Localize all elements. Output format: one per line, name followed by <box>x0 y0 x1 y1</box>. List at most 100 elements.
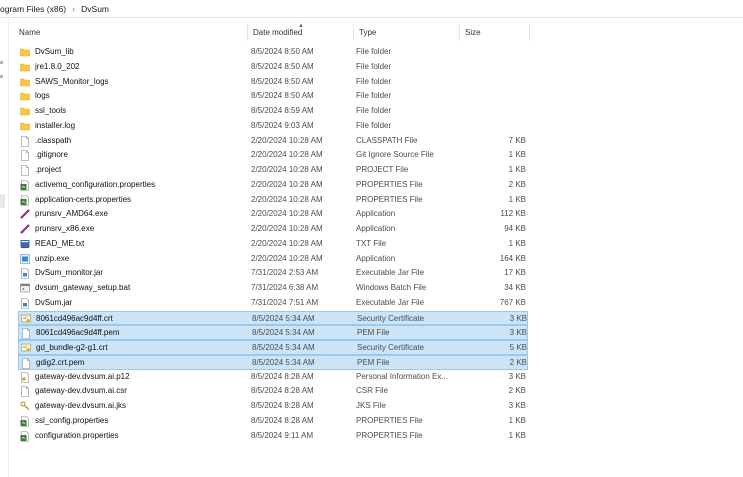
file-name: DvSum_monitor.jar <box>35 268 104 278</box>
file-row[interactable]: prunsrv_x86.exe 2/20/2024 10:28 AM Applica… <box>18 222 528 237</box>
file-size: 1 KB <box>508 430 526 440</box>
batch-icon <box>20 283 30 294</box>
file-row[interactable]: SAWS_Monitor_logs 8/5/2024 8:50 AM File fo… <box>18 75 528 90</box>
certificate-icon <box>21 314 31 325</box>
app-exe-icon <box>20 209 30 220</box>
file-type: PROJECT File <box>356 165 409 174</box>
file-size: 1 KB <box>508 194 526 204</box>
navigation-pane[interactable] <box>0 18 9 477</box>
file-row[interactable]: 8061cd496ac9d4ff.pem 8/5/2024 5:34 AM PEM … <box>18 325 528 340</box>
file-size: 2 KB <box>508 386 526 396</box>
file-size: 164 KB <box>499 253 526 263</box>
file-size <box>460 75 526 90</box>
nav-pane-marker <box>0 75 3 78</box>
text-file-icon <box>20 239 30 250</box>
file-date-modified: 2/20/2024 10:28 AM <box>251 253 323 263</box>
file-date-modified: 8/5/2024 5:34 AM <box>252 328 315 338</box>
column-header-type[interactable]: Type <box>354 24 460 41</box>
file-size: 767 KB <box>499 297 526 307</box>
file-date-modified: 2/20/2024 10:28 AM <box>251 135 323 145</box>
file-size: 1 KB <box>508 415 526 425</box>
breadcrumb-item-program-files[interactable]: ogram Files (x86) <box>0 4 66 14</box>
document-icon <box>20 386 30 398</box>
file-row[interactable]: unzip.exe 2/20/2024 10:28 AM Application 16… <box>18 252 528 267</box>
folder-icon <box>20 106 30 117</box>
file-name: ssl_tools <box>35 106 67 115</box>
file-size <box>460 119 526 134</box>
file-date-modified: 8/5/2024 8:59 AM <box>251 106 314 115</box>
file-name: unzip.exe <box>35 253 70 263</box>
file-type: PEM File <box>357 328 390 338</box>
file-row[interactable]: .gitignore 2/20/2024 10:28 AM Git Ignore S… <box>18 148 528 163</box>
file-row[interactable]: installer.log 8/5/2024 9:03 AM File folder <box>18 119 528 134</box>
file-row[interactable]: gateway-dev.dvsum.ai.p12 8/5/2024 8:28 AM… <box>18 370 528 385</box>
file-row[interactable]: gdig2.crt.pem 8/5/2024 5:34 AM PEM File 2 K… <box>18 354 528 370</box>
file-row[interactable]: activemq_configuration.properties 2/20/20… <box>18 178 528 193</box>
file-date-modified: 8/5/2024 8:50 AM <box>251 91 314 101</box>
file-date-modified: 8/5/2024 5:34 AM <box>252 357 315 367</box>
folder-icon <box>20 77 30 88</box>
properties-icon <box>20 415 30 427</box>
file-date-modified: 2/20/2024 10:28 AM <box>251 209 323 219</box>
file-row[interactable]: DvSum_monitor.jar 7/31/2024 2:53 AM Execut… <box>18 266 528 281</box>
file-date-modified: 8/5/2024 9:11 AM <box>251 430 314 440</box>
file-name: DvSum_lib <box>35 47 74 56</box>
breadcrumb-item-dvsum[interactable]: DvSum <box>81 4 109 14</box>
file-row[interactable]: DvSum.jar 7/31/2024 7:51 AM Executable Jar… <box>18 296 528 311</box>
file-name: jre1.8.0_202 <box>35 61 80 71</box>
file-name: SAWS_Monitor_logs <box>35 76 109 86</box>
file-type: PROPERTIES File <box>356 415 423 425</box>
file-row[interactable]: ssl_config.properties 8/5/2024 8:28 AM PRO… <box>18 414 528 429</box>
file-row[interactable]: DvSum_lib 8/5/2024 8:50 AM File folder <box>18 45 528 60</box>
file-row[interactable]: ssl_tools 8/5/2024 8:59 AM File folder <box>18 104 528 119</box>
file-date-modified: 2/20/2024 10:28 AM <box>251 150 323 160</box>
file-date-modified: 7/31/2024 6:38 AM <box>251 283 319 292</box>
file-name: gd_bundle-g2-g1.crt <box>36 343 108 352</box>
file-row[interactable]: gateway-dev.dvsum.ai.jks 8/5/2024 8:28 AM… <box>18 399 528 414</box>
file-name: gdig2.crt.pem <box>36 357 85 367</box>
file-name: 8061cd496ac9d4ff.pem <box>36 328 120 338</box>
file-row[interactable]: logs 8/5/2024 8:50 AM File folder <box>18 89 528 104</box>
properties-icon <box>20 430 30 442</box>
file-date-modified: 2/20/2024 10:28 AM <box>251 179 323 189</box>
file-name: gateway-dev.dvsum.ai.jks <box>35 401 126 410</box>
chevron-right-icon: › <box>72 3 76 14</box>
personal-info-icon <box>20 371 30 383</box>
file-type: TXT File <box>356 238 387 248</box>
file-row[interactable]: application-certs.properties 2/20/2024 10… <box>18 193 528 208</box>
document-icon <box>20 150 30 162</box>
file-row[interactable]: prunsrv_AMD64.exe 2/20/2024 10:28 AM Appli… <box>18 207 528 222</box>
file-row[interactable]: 8061cd496ac9d4ff.crt 8/5/2024 5:34 AM Secu… <box>18 310 528 326</box>
file-size: 17 KB <box>504 268 526 278</box>
file-date-modified: 8/5/2024 8:50 AM <box>251 61 314 71</box>
folder-icon <box>20 47 30 58</box>
file-type: Windows Batch File <box>356 283 427 292</box>
file-date-modified: 8/5/2024 5:34 AM <box>252 313 315 323</box>
file-row[interactable]: gateway-dev.dvsum.ai.csr 8/5/2024 8:28 AM… <box>18 384 528 399</box>
file-row[interactable]: configuration.properties 8/5/2024 9:11 AM… <box>18 429 528 444</box>
file-name: 8061cd496ac9d4ff.crt <box>36 313 113 323</box>
file-size: 1 KB <box>508 238 526 248</box>
file-date-modified: 2/20/2024 10:28 AM <box>251 238 323 248</box>
file-row[interactable]: dvsum_gateway_setup.bat 7/31/2024 6:38 AM… <box>18 281 528 296</box>
file-type: File folder <box>356 91 392 101</box>
file-size: 34 KB <box>504 283 526 292</box>
file-name: gateway-dev.dvsum.ai.p12 <box>35 371 130 381</box>
file-date-modified: 2/20/2024 10:28 AM <box>251 194 323 204</box>
file-type: Security Certificate <box>357 343 425 352</box>
file-row[interactable]: READ_ME.txt 2/20/2024 10:28 AM TXT File 1 K… <box>18 237 528 252</box>
file-row[interactable]: gd_bundle-g2-g1.crt 8/5/2024 5:34 AM Secur… <box>18 340 528 355</box>
file-date-modified: 8/5/2024 8:50 AM <box>251 76 314 86</box>
file-row[interactable]: .classpath 2/20/2024 10:28 AM CLASSPATH Fi… <box>18 134 528 149</box>
file-date-modified: 7/31/2024 2:53 AM <box>251 268 319 278</box>
file-row[interactable]: .project 2/20/2024 10:28 AM PROJECT File 1 … <box>18 163 528 178</box>
file-type: File folder <box>356 47 392 56</box>
document-icon <box>20 135 30 147</box>
column-header-size[interactable]: Size <box>460 24 530 41</box>
file-type: CLASSPATH File <box>356 135 418 145</box>
file-size: 2 KB <box>508 179 526 189</box>
column-header-name[interactable]: Name <box>14 24 248 41</box>
column-header-date-modified[interactable]: Date modified <box>248 24 354 41</box>
file-row[interactable]: jre1.8.0_202 8/5/2024 8:50 AM File folder <box>18 60 528 75</box>
file-type: File folder <box>356 120 392 130</box>
